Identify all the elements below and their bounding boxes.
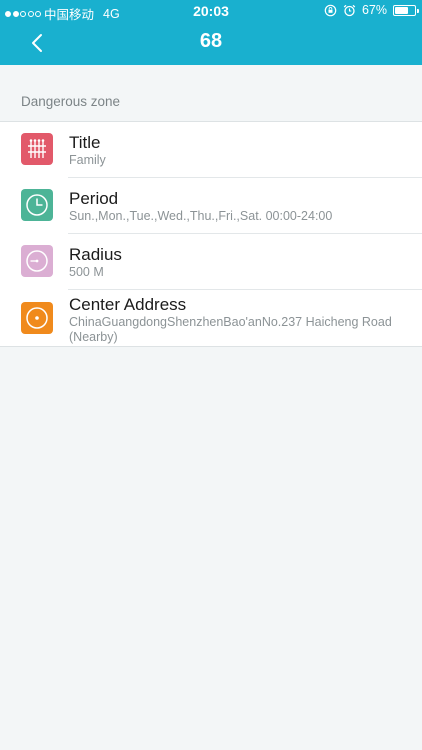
clock-icon [21, 189, 53, 221]
page-title: 68 [199, 30, 223, 52]
list-item-radius[interactable]: Radius 500 M [0, 234, 422, 290]
header-bar: 中国移动 4G 20:03 67% 68 [0, 0, 422, 65]
list-item-center-address-label: Center Address [69, 295, 187, 314]
section-header: Dangerous zone [21, 94, 121, 109]
list-item-title-label: Title [69, 133, 101, 152]
list-item-title-value: Family [69, 153, 106, 167]
grid-icon [21, 133, 53, 165]
list-item-period-value: Sun.,Mon.,Tue.,Wed.,Thu.,Fri.,Sat. 00:00… [69, 209, 333, 223]
list-item-period-label: Period [69, 189, 119, 208]
battery-icon [393, 4, 419, 16]
status-bar: 中国移动 4G 20:03 67% [0, 0, 422, 22]
list-item-title[interactable]: Title Family [0, 122, 422, 178]
list-item-radius-label: Radius [69, 245, 122, 264]
radius-icon [21, 245, 53, 277]
list-item-center-address[interactable]: Center Address ChinaGuangdongShenzhenBao… [0, 290, 422, 346]
rotation-lock-icon [324, 4, 337, 17]
zone-settings-list: Title Family Period Sun.,Mon.,Tue.,Wed.,… [0, 121, 422, 347]
battery-percent: 67% [361, 3, 387, 17]
alarm-icon [343, 4, 356, 17]
list-item-radius-value: 500 M [69, 265, 104, 279]
target-icon [21, 302, 53, 334]
list-item-center-address-value: ChinaGuangdongShenzhenBao'anNo.237 Haich… [69, 315, 392, 344]
list-item-period[interactable]: Period Sun.,Mon.,Tue.,Wed.,Thu.,Fri.,Sat… [0, 178, 422, 234]
